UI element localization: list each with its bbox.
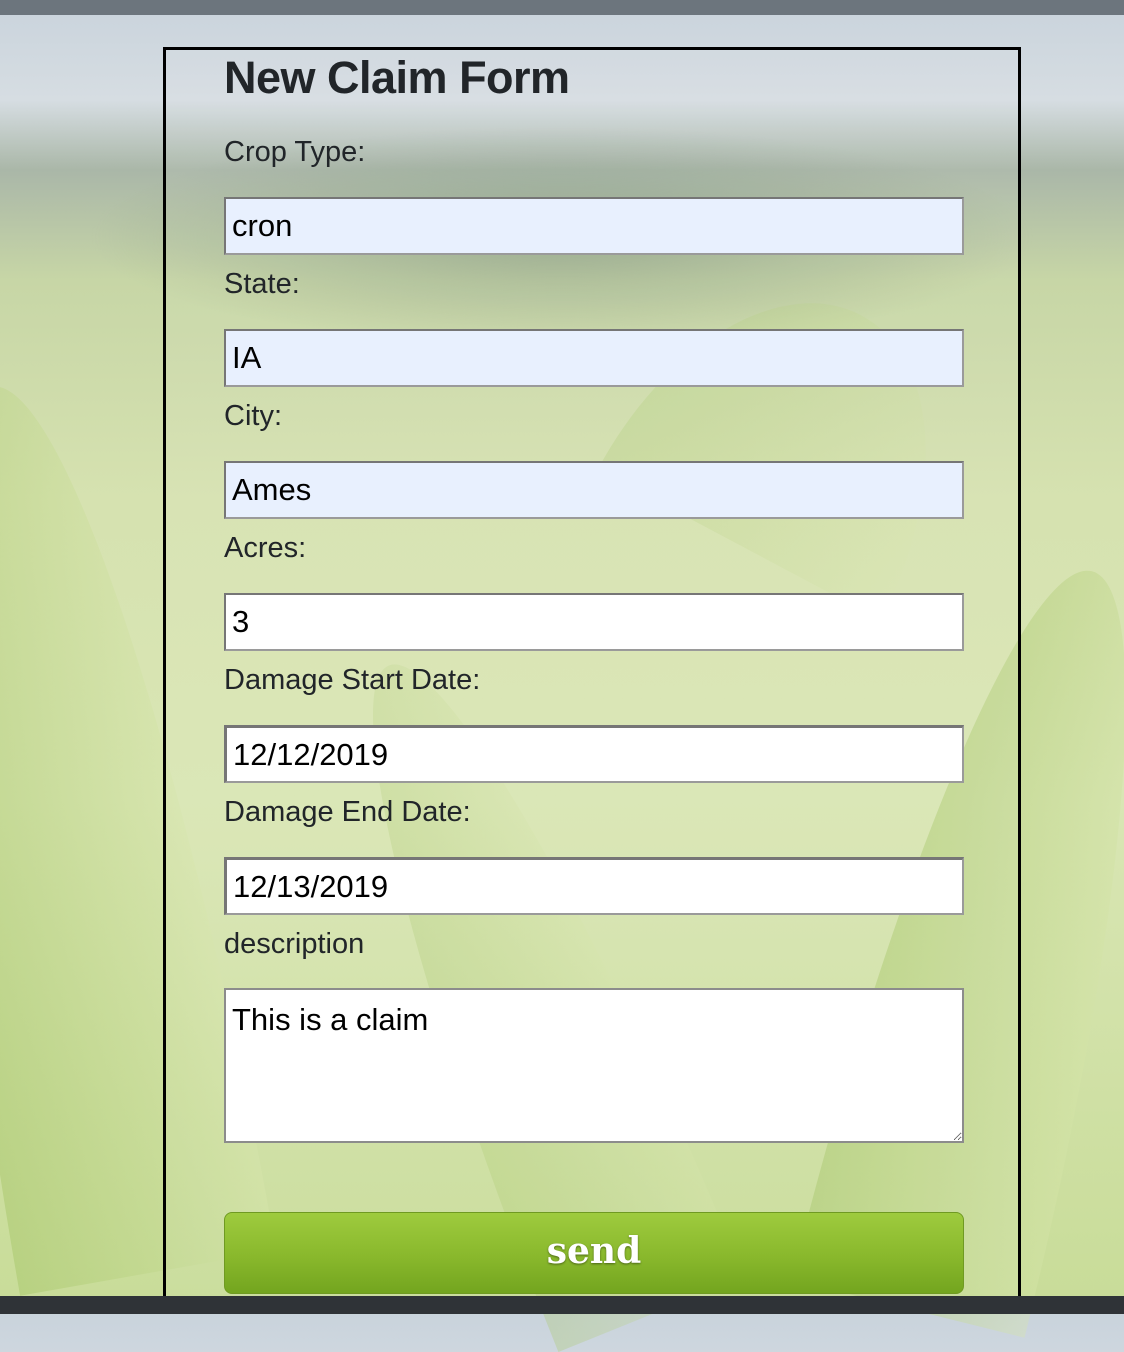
damage-start-date-input[interactable] (224, 725, 964, 783)
crop-type-input[interactable] (224, 197, 964, 255)
city-label: City: (224, 400, 282, 432)
state-label: State: (224, 268, 300, 300)
state-input[interactable] (224, 329, 964, 387)
description-textarea[interactable]: This is a claim (224, 988, 964, 1143)
page-title: New Claim Form (224, 52, 570, 103)
city-input[interactable] (224, 461, 964, 519)
damage-end-date-input[interactable] (224, 857, 964, 915)
send-button[interactable]: send (224, 1212, 964, 1294)
crop-type-label: Crop Type: (224, 136, 366, 168)
description-label: description (224, 928, 365, 960)
top-bar (0, 0, 1124, 15)
acres-input[interactable] (224, 593, 964, 651)
acres-label: Acres: (224, 532, 307, 564)
damage-start-date-label: Damage Start Date: (224, 664, 481, 696)
damage-end-date-label: Damage End Date: (224, 796, 471, 828)
bottom-bar (0, 1296, 1124, 1314)
